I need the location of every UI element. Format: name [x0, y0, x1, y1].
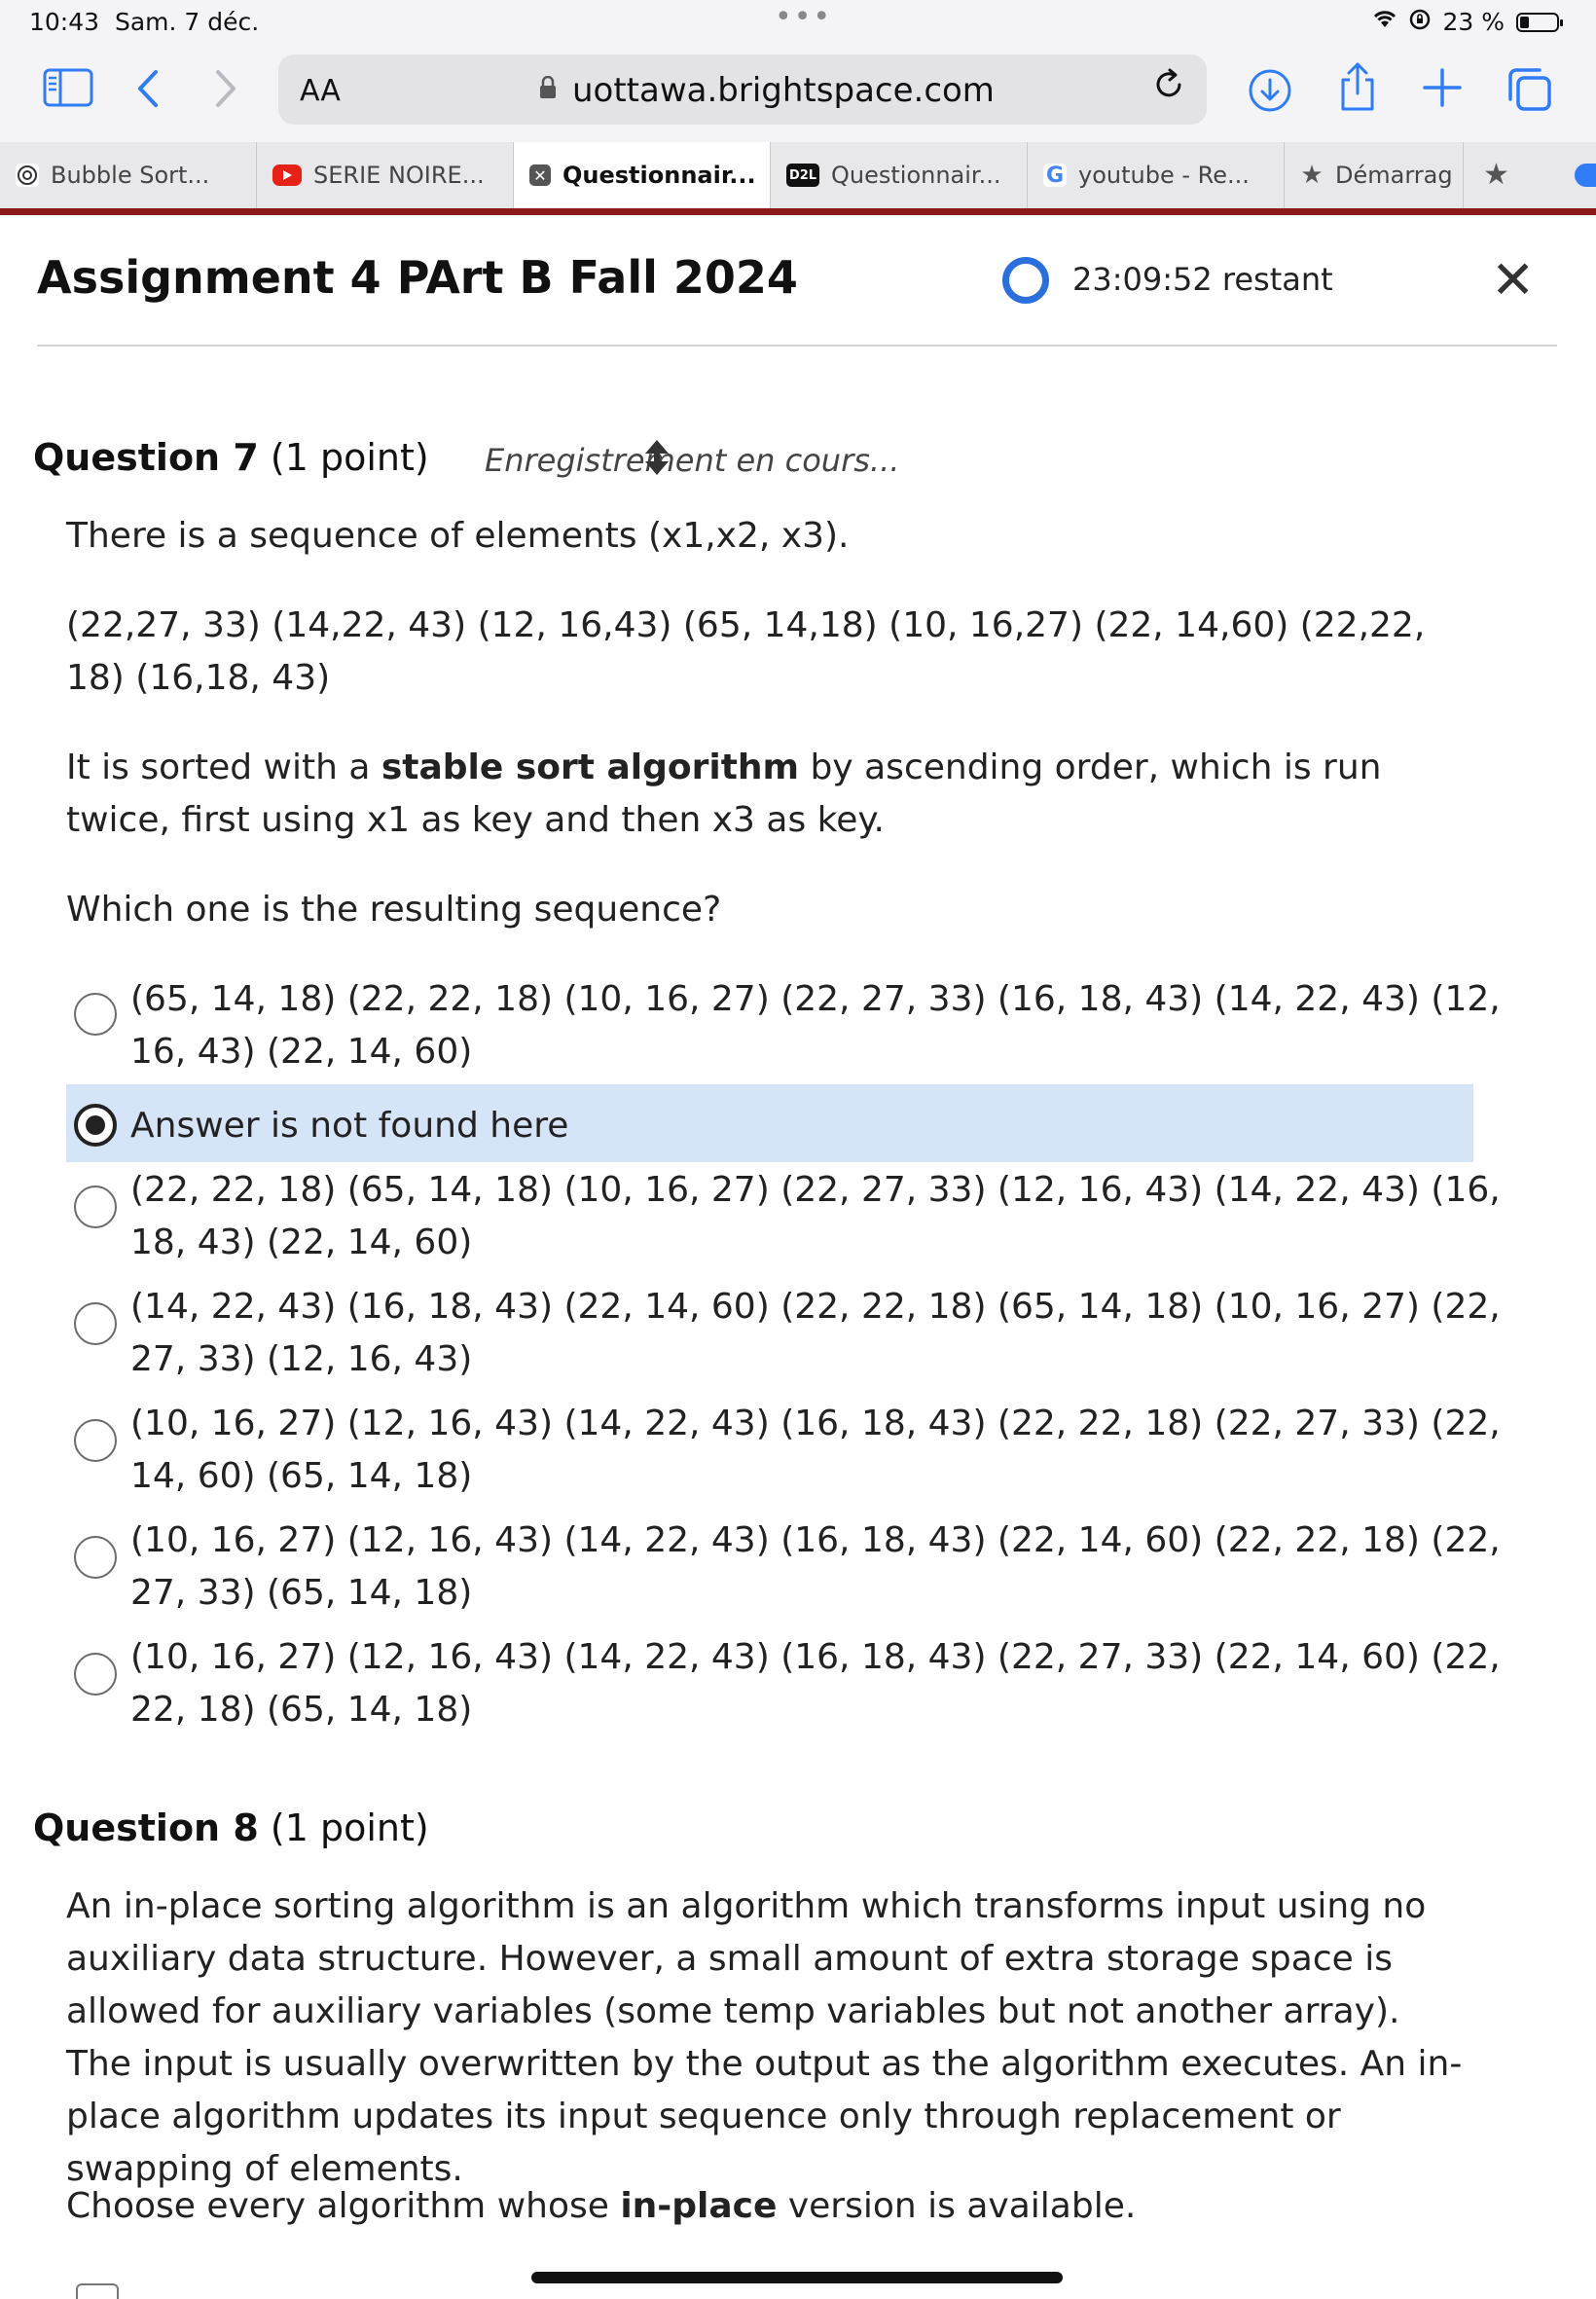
- question-8-paragraph: An in-place sorting algorithm is an algo…: [66, 1886, 1463, 2189]
- question-7-heading: Question 7 (1 point): [33, 436, 429, 479]
- youtube-icon: [272, 164, 302, 186]
- radio-button[interactable]: [74, 993, 117, 1036]
- question-8-heading: Question 8 (1 point): [33, 1806, 429, 1849]
- status-bar: 10:43 Sam. 7 déc. ••• 23 %: [0, 0, 1596, 47]
- multitasking-dots[interactable]: •••: [775, 0, 832, 34]
- lock-icon: [539, 75, 557, 99]
- timer-remaining: 23:09:52 restant: [1072, 261, 1333, 298]
- share-icon[interactable]: [1337, 60, 1378, 117]
- question-7-prompt: Which one is the resulting sequence?: [66, 890, 722, 930]
- radio-button[interactable]: [74, 1536, 117, 1579]
- status-right: 23 %: [1372, 8, 1563, 36]
- question-7-sequence: (22,27, 33) (14,22, 43) (12, 16,43) (65,…: [66, 605, 1426, 698]
- site-accent-bar: [0, 208, 1596, 215]
- timer-icon: [1002, 257, 1049, 304]
- close-icon[interactable]: ✕: [529, 164, 551, 186]
- home-indicator: [531, 2272, 1063, 2283]
- radio-button[interactable]: [74, 1186, 117, 1228]
- text-size-button[interactable]: AA: [300, 74, 341, 108]
- radio-button[interactable]: [74, 1302, 117, 1345]
- wifi-icon: [1372, 10, 1397, 35]
- battery-percent: 23 %: [1442, 8, 1505, 36]
- address-bar[interactable]: AA uottawa.brightspace.com: [278, 55, 1207, 125]
- openai-icon: [16, 164, 39, 187]
- saving-status: Enregistrement en cours...: [485, 442, 900, 479]
- tab-youtube-search[interactable]: G youtube - Re...: [1028, 142, 1285, 208]
- answer-option[interactable]: (65, 14, 18) (22, 22, 18) (10, 16, 27) (…: [66, 973, 1501, 1078]
- answer-option[interactable]: (10, 16, 27) (12, 16, 43) (14, 22, 43) (…: [66, 1398, 1501, 1503]
- close-quiz-icon[interactable]: ✕: [1491, 249, 1535, 310]
- tab-questionnaire[interactable]: D2L Questionnair...: [771, 142, 1028, 208]
- tab-peek[interactable]: [1575, 164, 1596, 187]
- tab-overview-icon[interactable]: [1506, 66, 1553, 117]
- sidebar-toggle-icon[interactable]: [43, 68, 93, 111]
- tab-demarrage[interactable]: ★ Démarrag: [1285, 142, 1464, 208]
- answer-option[interactable]: (10, 16, 27) (12, 16, 43) (14, 22, 43) (…: [66, 1631, 1501, 1736]
- browser-toolbar: AA uottawa.brightspace.com: [0, 47, 1596, 142]
- tab-bar: Bubble Sort... SERIE NOIRE... ✕ Question…: [0, 142, 1596, 210]
- new-tab-icon[interactable]: [1421, 66, 1464, 113]
- battery-icon: [1516, 12, 1563, 32]
- google-icon: G: [1043, 164, 1067, 188]
- star-icon: ★: [1300, 161, 1324, 190]
- tab-questionnaire-active[interactable]: ✕ Questionnair...: [514, 142, 771, 208]
- answer-option[interactable]: (10, 16, 27) (12, 16, 43) (14, 22, 43) (…: [66, 1514, 1501, 1620]
- d2l-icon: D2L: [786, 164, 819, 187]
- back-icon[interactable]: [134, 68, 162, 113]
- radio-button[interactable]: [74, 1419, 117, 1462]
- url-text[interactable]: uottawa.brightspace.com: [572, 71, 995, 110]
- answer-option-selected[interactable]: Answer is not found here: [66, 1100, 1473, 1152]
- radio-button-selected[interactable]: [74, 1104, 117, 1147]
- move-cursor-icon: [642, 440, 671, 479]
- reload-icon[interactable]: [1150, 66, 1187, 113]
- forward-icon[interactable]: [212, 68, 239, 113]
- question-7-instructions: It is sorted with a stable sort algorith…: [66, 748, 1382, 840]
- tab-bubble-sort[interactable]: Bubble Sort...: [0, 142, 257, 208]
- header-divider: [37, 345, 1557, 347]
- tab-serie-noire[interactable]: SERIE NOIRE...: [257, 142, 514, 208]
- question-8-prompt: Choose every algorithm whose in-place ve…: [66, 2186, 1137, 2226]
- orientation-lock-icon: [1409, 8, 1431, 36]
- page-title: Assignment 4 PArt B Fall 2024: [37, 251, 798, 304]
- question-7-line1: There is a sequence of elements (x1,x2, …: [66, 516, 850, 556]
- answer-option[interactable]: (22, 22, 18) (65, 14, 18) (10, 16, 27) (…: [66, 1164, 1501, 1269]
- bookmark-star-icon[interactable]: ★: [1483, 158, 1509, 192]
- answer-option[interactable]: (14, 22, 43) (16, 18, 43) (22, 14, 60) (…: [66, 1281, 1501, 1386]
- radio-button[interactable]: [74, 1653, 117, 1696]
- status-time: 10:43 Sam. 7 déc.: [29, 8, 260, 36]
- downloads-icon[interactable]: [1248, 68, 1292, 117]
